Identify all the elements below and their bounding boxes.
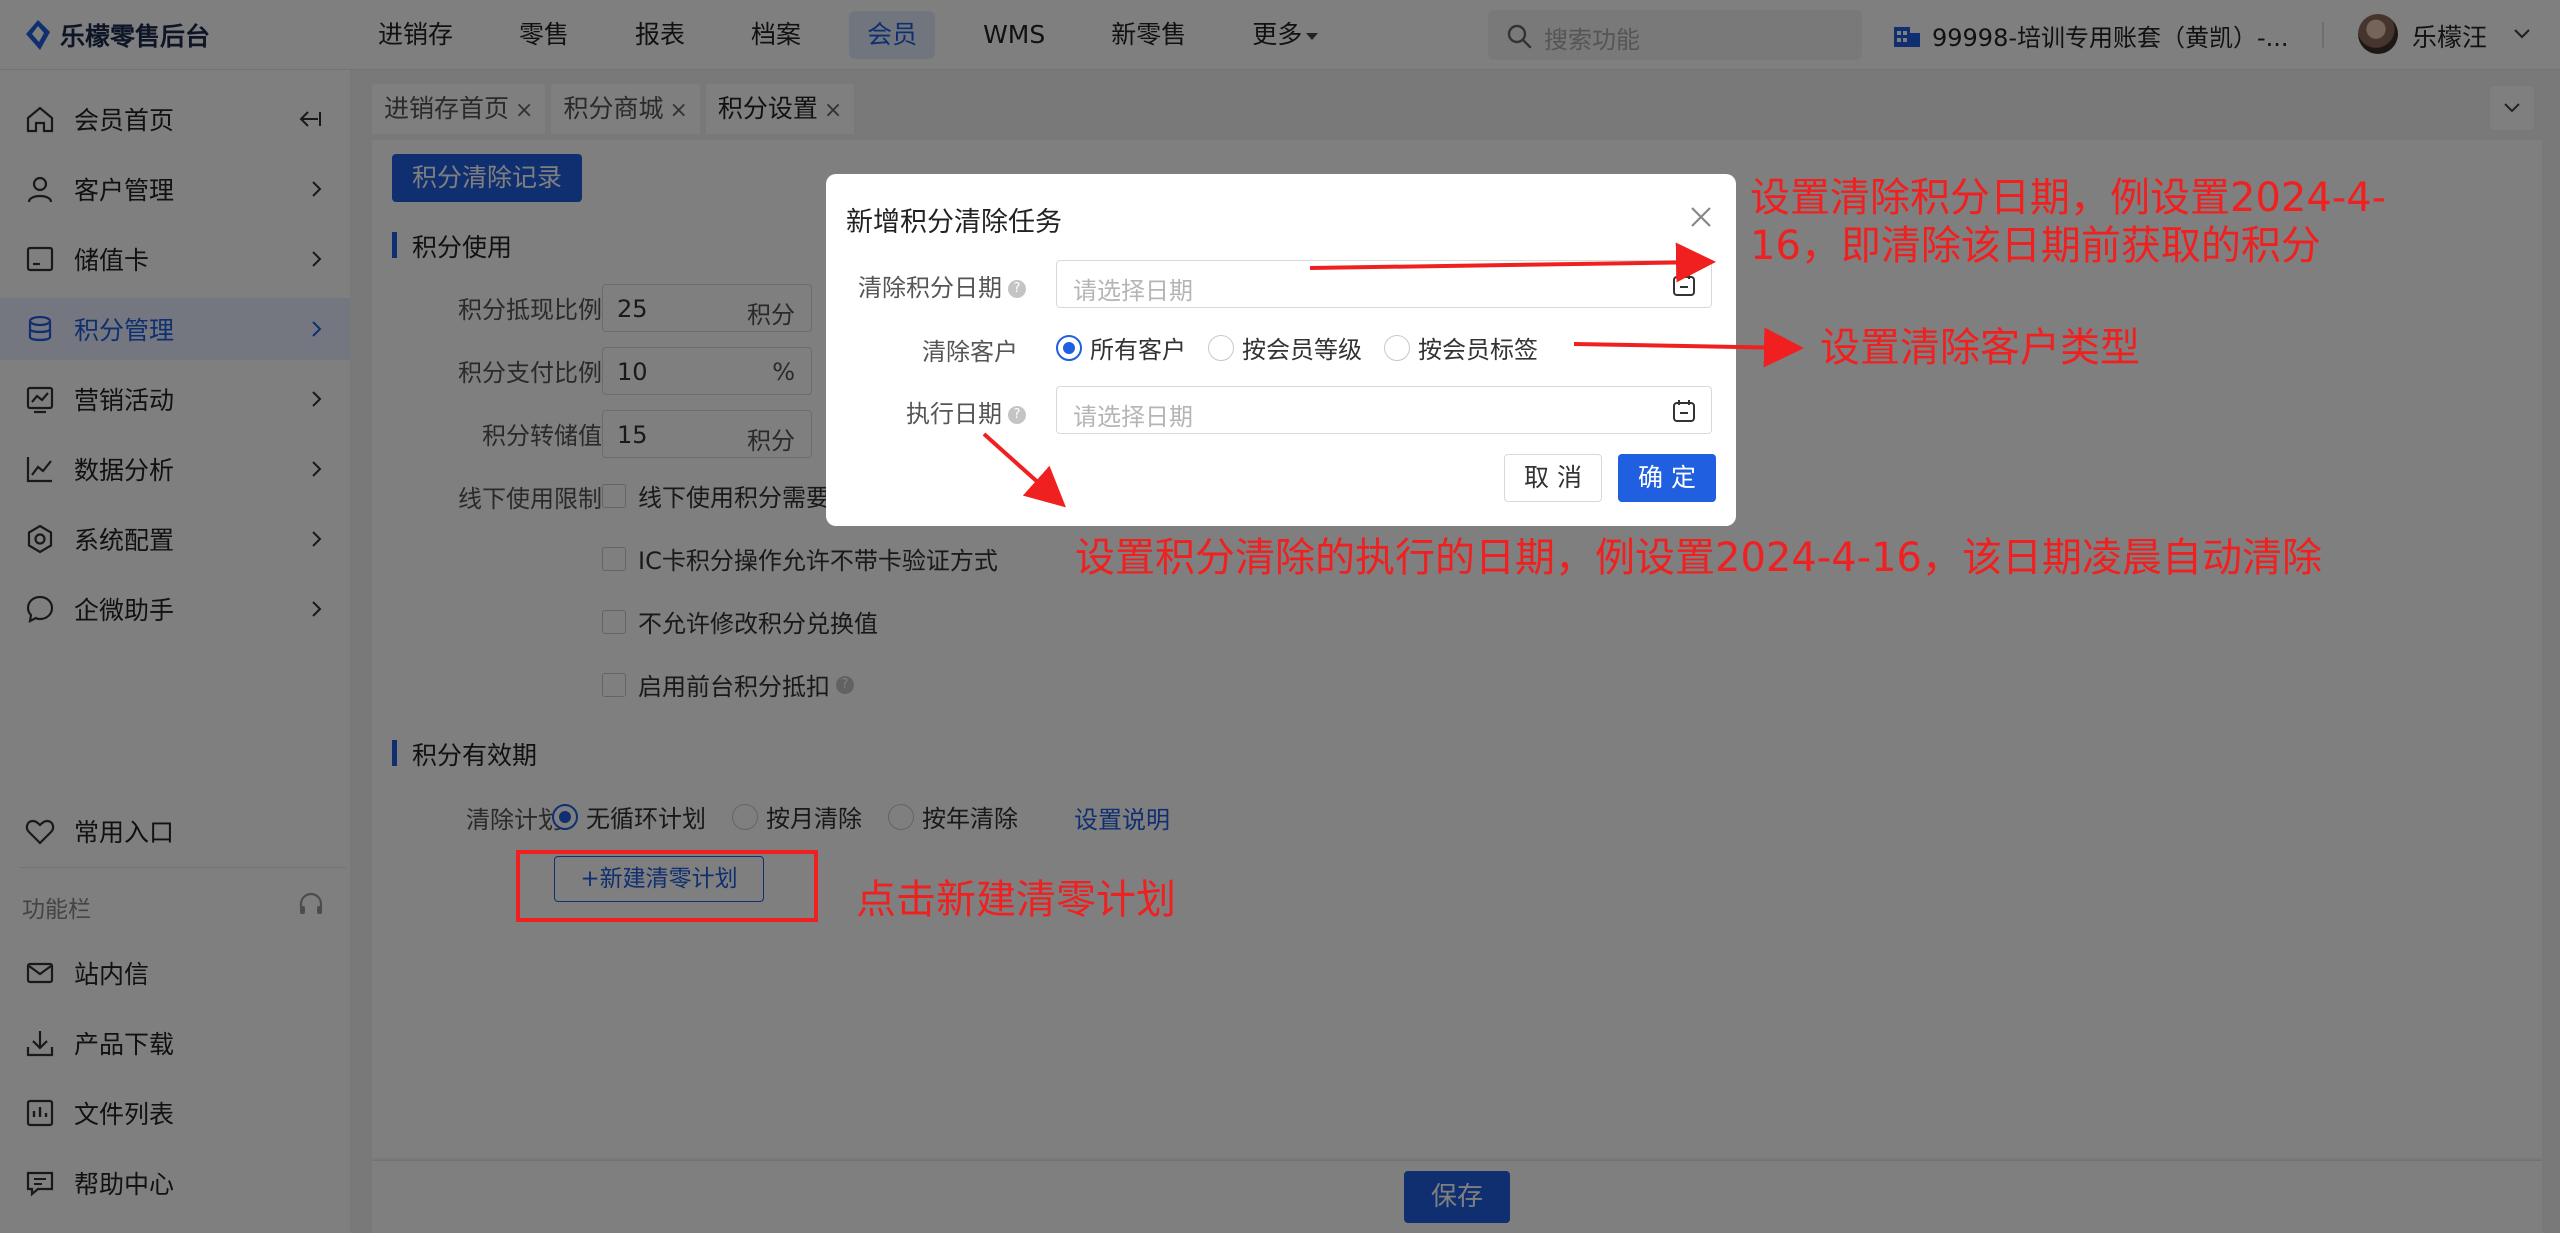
arrow-clear-date: [1309, 242, 1716, 283]
arrow-customer-type: [1573, 327, 1804, 368]
arrow-exec-date: [982, 432, 1066, 508]
annotation-arrows: [982, 242, 1804, 508]
